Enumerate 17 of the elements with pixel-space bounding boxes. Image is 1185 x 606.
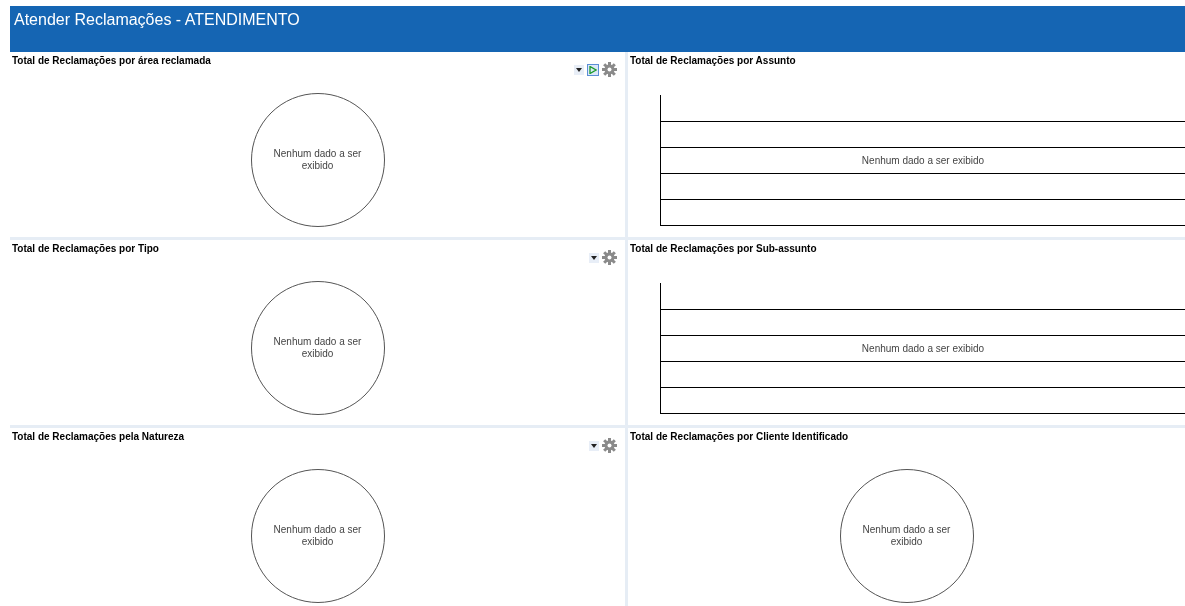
page-title: Atender Reclamações - ATENDIMENTO xyxy=(14,11,300,28)
no-data-message: Nenhum dado a ser exibido xyxy=(272,148,363,172)
panel-title: Total de Reclamações por Assunto xyxy=(630,54,796,68)
no-data-message: Nenhum dado a ser exibido xyxy=(861,154,985,168)
panel-title: Total de Reclamações por Sub-assunto xyxy=(630,242,817,256)
panel-title: Total de Reclamações por Cliente Identificado xyxy=(630,430,849,444)
panel-title: Total de Reclamações pela Natureza xyxy=(12,430,185,444)
no-data-message: Nenhum dado a ser exibido xyxy=(272,524,363,548)
dropdown-icon[interactable] xyxy=(589,252,599,263)
panel-title: Total de Reclamações por Tipo xyxy=(12,242,159,256)
panel-title: Total de Reclamações por área reclamada xyxy=(12,54,211,68)
no-data-message: Nenhum dado a ser exibido xyxy=(272,336,363,360)
no-data-message: Nenhum dado a ser exibido xyxy=(861,342,985,356)
dropdown-icon[interactable] xyxy=(574,64,584,75)
settings-icon[interactable] xyxy=(602,62,617,77)
no-data-message: Nenhum dado a ser exibido xyxy=(861,524,952,548)
dropdown-icon[interactable] xyxy=(589,440,599,451)
